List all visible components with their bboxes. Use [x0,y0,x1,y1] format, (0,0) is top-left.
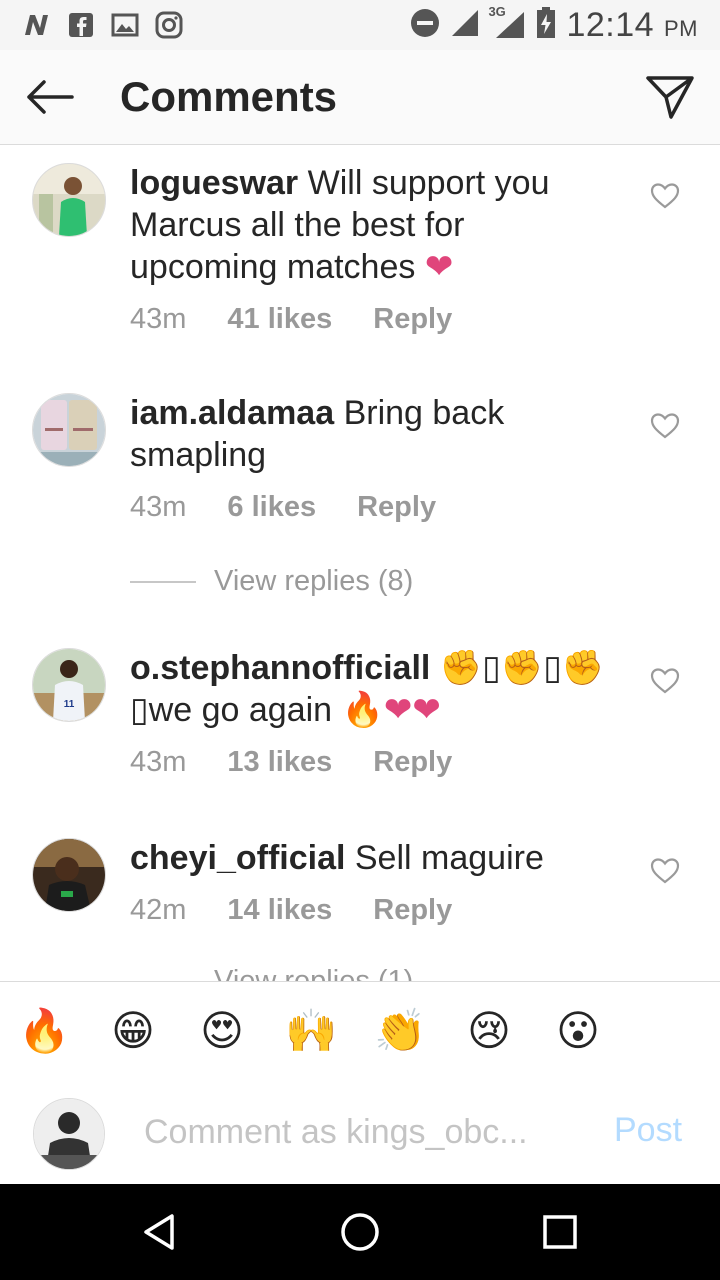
back-button[interactable] [20,67,80,127]
fire-heart-emoji: 🔥❤❤ [341,691,441,729]
divider [130,580,196,583]
emoji-quick-bar: 🔥 😁 😍 🙌 👏 😢 😮 [0,981,720,1080]
comment-username[interactable]: o.stephannofficiall [130,649,430,687]
signal-3g-icon: 3G [488,4,526,40]
like-heart-button[interactable] [650,856,680,886]
user-avatar[interactable] [33,1098,105,1170]
post-button[interactable]: Post [614,1111,682,1150]
comment-meta: 43m 41 likes Reply [130,303,493,336]
comment-input[interactable] [144,1107,564,1157]
clock-time: 12:14 [566,5,655,44]
reply-button[interactable]: Reply [357,491,436,524]
avatar[interactable] [32,163,106,237]
heart-outline-icon [650,413,680,439]
comment-list[interactable]: logueswar Will support you Marcus all th… [0,145,720,981]
back-arrow-icon [27,80,74,114]
comment-text: o.stephannofficiall ✊▯✊▯✊ ▯we go again 🔥… [130,647,610,731]
comment-likes[interactable]: 14 likes [227,894,332,927]
reply-button[interactable]: Reply [373,746,452,779]
comments-header: Comments [0,50,720,145]
heart-outline-icon [650,858,680,884]
send-button[interactable] [640,67,700,127]
comment-time: 43m [130,303,187,335]
comment-time: 43m [130,491,187,523]
comment-username[interactable]: cheyi_official [130,839,345,877]
comment-username[interactable]: logueswar [130,164,298,202]
facebook-icon [66,12,96,38]
comment-meta: 42m 14 likes Reply [130,894,493,927]
heart-emoji: ❤ [424,248,454,286]
comment-item: iam.aldamaa Bring back smapling 43m 6 li… [0,375,720,565]
comment-likes[interactable]: 6 likes [227,491,316,524]
n-notification-icon [22,12,52,38]
heart-outline-icon [650,668,680,694]
network-type-label: 3G [488,4,506,19]
signal-icon [450,8,480,43]
like-heart-button[interactable] [650,181,680,211]
fire-emoji-button[interactable]: 🔥 [18,1005,70,1057]
clock: 12:14 PM [566,6,698,45]
view-replies-button[interactable]: View replies (8) [130,565,413,598]
nav-back-button[interactable] [136,1208,184,1256]
avatar[interactable] [32,838,106,912]
status-bar: 3G 12:14 PM [0,0,720,50]
home-circle-icon [341,1213,379,1251]
nav-home-button[interactable] [336,1208,384,1256]
view-replies-button[interactable]: View replies (1) [130,965,413,981]
raised-hands-emoji-button[interactable]: 🙌 [285,1005,337,1057]
comment-item: 11 o.stephannofficiall ✊▯✊▯✊ ▯we go agai… [0,630,720,820]
gallery-icon [110,12,140,38]
send-icon [646,76,694,119]
like-heart-button[interactable] [650,411,680,441]
grin-emoji-button[interactable]: 😁 [107,1005,159,1057]
comment-item: logueswar Will support you Marcus all th… [0,145,720,375]
page-title: Comments [120,73,338,120]
navigation-bar [0,1184,720,1280]
comment-text: cheyi_official Sell maguire [130,837,610,879]
comment-likes[interactable]: 13 likes [227,746,332,779]
recents-square-icon [543,1215,577,1249]
sad-emoji-button[interactable]: 😢 [463,1005,515,1057]
battery-charging-icon [536,6,556,44]
like-heart-button[interactable] [650,666,680,696]
surprised-emoji-button[interactable]: 😮 [552,1005,604,1057]
avatar[interactable]: 11 [32,648,106,722]
view-replies-label: View replies (8) [214,565,414,597]
comment-item: cheyi_official Sell maguire 42m 14 likes… [0,820,720,960]
clock-ampm: PM [664,15,698,41]
comment-input-bar: Post [0,1079,720,1184]
reply-button[interactable]: Reply [373,303,452,336]
heart-eyes-emoji-button[interactable]: 😍 [196,1005,248,1057]
comment-time: 43m [130,746,187,778]
nav-recents-button[interactable] [536,1208,584,1256]
svg-text:11: 11 [64,699,75,710]
comment-meta: 43m 6 likes Reply [130,491,477,524]
comment-username[interactable]: iam.aldamaa [130,394,334,432]
instagram-icon [154,11,184,39]
avatar[interactable] [32,393,106,467]
back-triangle-icon [144,1214,174,1250]
comment-text: logueswar Will support you Marcus all th… [130,162,610,288]
do-not-disturb-icon [410,8,440,43]
reply-button[interactable]: Reply [373,894,452,927]
clap-emoji-button[interactable]: 👏 [374,1005,426,1057]
comment-time: 42m [130,894,187,926]
comment-text: iam.aldamaa Bring back smapling [130,392,610,476]
comment-meta: 43m 13 likes Reply [130,746,493,779]
view-replies-label: View replies (1) [214,965,414,981]
heart-outline-icon [650,183,680,209]
comment-likes[interactable]: 41 likes [227,303,332,336]
comment-message: Sell maguire [354,839,544,877]
